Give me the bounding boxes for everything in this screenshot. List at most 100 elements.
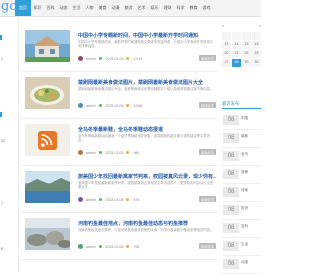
site-logo[interactable]: go [0,0,15,16]
article-date: 2023-02-08 [105,103,124,108]
recent-posts-title: 最近发布 [222,101,261,109]
nav-item-11[interactable]: 理财 [161,0,174,16]
recent-post-item[interactable]: 08 知识 [222,202,261,220]
article-item[interactable]: 旅美国少年找回最新离家节判来，校园被真风云录，现少你有... 旅美国少年找回最新… [22,166,218,213]
article-views: 765 [133,244,140,249]
left-label[interactable]: 1 [1,57,3,61]
recent-post-item[interactable]: 08 中国 [222,112,261,130]
clock-icon [98,56,103,61]
article-author[interactable]: admin [86,198,96,202]
article-description: 中国中小学专题新时间，最新开学时间通知的文章详情内容列表，介绍中小学各地开学信息… [78,40,214,49]
recent-post-date: 08 [223,241,239,251]
read-more-button[interactable]: 阅读全文 [198,243,216,249]
recent-post-item[interactable]: 08 旅美 [222,166,261,184]
nav-item-9[interactable]: 艺术 [135,0,148,16]
article-thumbnail[interactable] [25,124,70,156]
calendar-day[interactable]: 15 [242,41,251,49]
article-meta: admin 2023-02-08 1,234 [78,55,218,62]
right-sidebar: « » 13 14 15 16 20 21 22 23 27 28 29 30 … [222,17,261,274]
article-thumbnail[interactable] [25,77,70,109]
article-title[interactable]: 河南钓鱼最佳地点，河南钓鱼最佳动态与钓鱼推荐 [78,220,216,227]
article-author[interactable]: admin [86,151,96,155]
article-author[interactable]: admin [86,104,96,108]
recent-post-title[interactable]: 中国 [241,116,261,121]
calendar-day[interactable]: 30 [252,59,261,67]
article-views: 986 [133,150,140,155]
calendar-prev-button[interactable]: « [222,23,224,28]
left-label[interactable]: 7 [1,202,3,206]
eye-icon [126,197,130,202]
article-date: 2023-02-08 [105,197,124,202]
left-label[interactable]: 12 [1,139,5,143]
recent-post-title[interactable]: 全马 [241,152,261,157]
article-item[interactable]: 中国中小学专题新时间，中国中小学最新开学时间通知 中国中小学专题新时间，最新开学… [22,25,218,72]
read-more-button[interactable]: 阅读全文 [198,149,216,155]
article-title[interactable]: 菜刷网最新美食做法图片，菜刷网最新美食做法图片大全 [78,79,216,86]
calendar-row: 13 14 15 16 [222,41,261,50]
calendar-day[interactable]: 16 [252,41,261,49]
calendar-day[interactable] [252,32,261,40]
recent-post-title[interactable]: 旅美 [241,170,261,175]
calendar-day[interactable] [222,32,231,40]
calendar-day[interactable]: 20 [222,50,231,58]
recent-post-title[interactable]: 动漫 [241,260,261,265]
nav-item-6[interactable]: 美食 [96,0,109,16]
top-nav: go 首页 知识 百科 动态 生活 人物 美食 动漫 旅游 艺术 娱乐 理财 科… [0,0,261,17]
calendar-day[interactable] [242,32,251,40]
calendar-day[interactable]: 14 [232,41,241,49]
article-thumbnail[interactable] [25,218,70,250]
calendar-day[interactable]: 27 [222,59,231,67]
calendar-day[interactable]: 29 [242,59,251,67]
nav-item-13[interactable]: 教育 [187,0,200,16]
article-author[interactable]: admin [86,57,96,61]
article-item[interactable]: 河南钓鱼最佳地点，河南钓鱼最佳动态与钓鱼推荐 河南钓鱼最佳地点推荐，介绍河南各地… [22,213,218,260]
article-item[interactable]: 全马冬季最新鞋，全马冬季鞋动态报道 全马冬季最新鞋动态报道，介绍冬季跑鞋相关信息… [22,119,218,166]
calendar-day[interactable]: 13 [222,41,231,49]
left-label[interactable]: 8 [1,247,3,251]
recent-post-item[interactable]: 08 菜刷 [222,130,261,148]
nav-item-home[interactable]: 首页 [15,0,31,16]
read-more-button[interactable]: 阅读全文 [198,196,216,202]
recent-post-title[interactable]: 生活 [241,242,261,247]
article-thumbnail[interactable] [25,171,70,203]
recent-post-item[interactable]: 08 动漫 [222,256,261,274]
nav-item-14[interactable]: 游戏 [200,0,213,16]
recent-post-date: 08 [223,169,239,179]
nav-item-8[interactable]: 旅游 [122,0,135,16]
article-title[interactable]: 旅美国少年找回最新离家节判来，校园被真风云录，现少你有... [78,173,216,180]
nav-item-1[interactable]: 知识 [31,0,44,16]
eye-icon [126,56,130,61]
eye-icon [126,244,130,249]
calendar-day[interactable] [232,32,241,40]
nav-item-4[interactable]: 生活 [70,0,83,16]
nav-item-7[interactable]: 动漫 [109,0,122,16]
article-item[interactable]: 菜刷网最新美食做法图片，菜刷网最新美食做法图片大全 菜刷网最新美食做法图片大全，… [22,72,218,119]
article-title[interactable]: 中国中小学专题新时间，中国中小学最新开学时间通知 [78,32,216,39]
recent-post-date: 08 [223,115,239,125]
recent-post-title[interactable]: 百科 [241,224,261,229]
article-title[interactable]: 全马冬季最新鞋，全马冬季鞋动态报道 [78,126,216,133]
recent-post-title[interactable]: 知识 [241,206,261,211]
recent-post-item[interactable]: 08 生活 [222,238,261,256]
recent-post-item[interactable]: 08 全马 [222,148,261,166]
article-author[interactable]: admin [86,245,96,249]
article-thumbnail[interactable] [25,30,70,62]
nav-item-5[interactable]: 人物 [83,0,96,16]
nav-item-10[interactable]: 娱乐 [148,0,161,16]
calendar-day[interactable]: 22 [242,50,251,58]
recent-post-title[interactable]: 菜刷 [241,134,261,139]
read-more-button[interactable]: 阅读全文 [198,55,216,61]
recent-post-item[interactable]: 08 河南 [222,184,261,202]
read-more-button[interactable]: 阅读全文 [198,102,216,108]
nav-item-12[interactable]: 科学 [174,0,187,16]
calendar-day[interactable]: 23 [252,50,261,58]
calendar-day[interactable]: 21 [232,50,241,58]
recent-post-title[interactable]: 河南 [241,188,261,193]
nav-item-2[interactable]: 百科 [44,0,57,16]
calendar-next-button[interactable]: » [259,23,261,28]
eye-icon [126,103,130,108]
left-accent-bar [0,112,2,117]
recent-post-item[interactable]: 08 百科 [222,220,261,238]
calendar-day-today[interactable]: 28 [232,59,241,67]
nav-item-3[interactable]: 动态 [57,0,70,16]
